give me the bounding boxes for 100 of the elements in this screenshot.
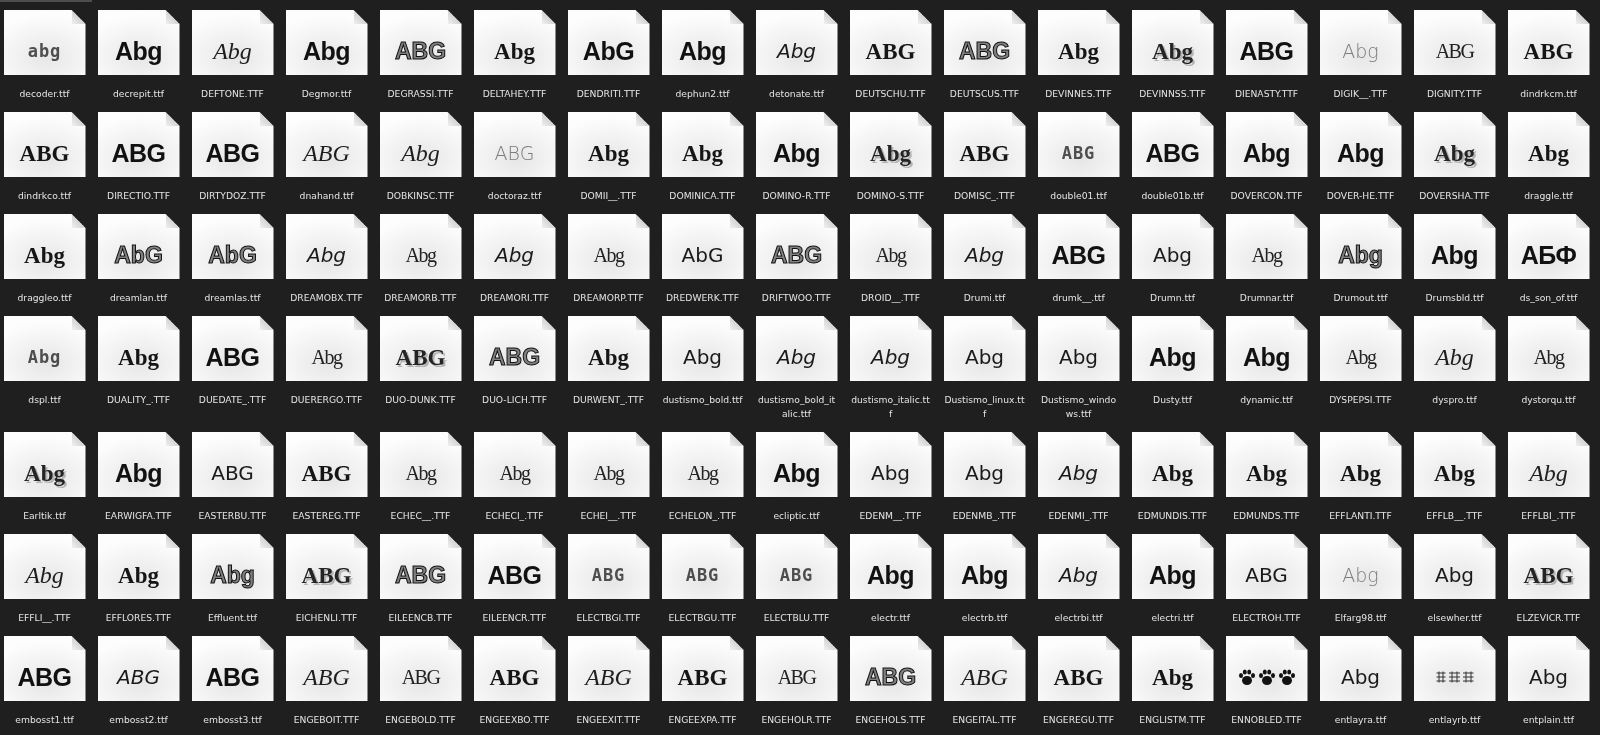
file-thumbnail[interactable]: Abg xyxy=(1131,636,1214,701)
file-thumbnail[interactable]: Abg xyxy=(567,316,650,381)
file-thumbnail[interactable]: ABG xyxy=(1413,10,1496,75)
file-thumbnail[interactable]: Abg xyxy=(1319,432,1402,497)
file-name[interactable]: dynamic.ttf xyxy=(1240,393,1293,407)
file-thumbnail[interactable]: Abg xyxy=(755,316,838,381)
file-name[interactable]: EASTEREG.TTF xyxy=(292,509,361,523)
file-name[interactable]: dindrkcm.ttf xyxy=(1520,87,1577,101)
file-thumbnail[interactable]: Abg xyxy=(943,214,1026,279)
file-thumbnail[interactable]: ABG xyxy=(473,112,556,177)
file-name[interactable]: electrbi.ttf xyxy=(1054,611,1103,625)
file-thumbnail[interactable]: Abg xyxy=(849,432,932,497)
file-thumbnail[interactable]: Abg xyxy=(943,534,1026,599)
file-name[interactable]: DEVINNES.TTF xyxy=(1045,87,1112,101)
file-thumbnail[interactable]: ABG xyxy=(97,636,180,701)
file-name[interactable]: EDMUNDS.TTF xyxy=(1233,509,1300,523)
file-thumbnail[interactable]: Abg xyxy=(473,10,556,75)
file-thumbnail[interactable]: Abg xyxy=(849,112,932,177)
file-name[interactable]: DURWENT_.TTF xyxy=(572,393,644,407)
file-thumbnail[interactable]: Abg xyxy=(1319,214,1402,279)
file-thumbnail[interactable]: abg xyxy=(3,10,86,75)
file-name[interactable]: ECHELON_.TTF xyxy=(668,509,737,523)
file-name[interactable]: ENGEEXIT.TTF xyxy=(576,713,641,727)
file-name[interactable]: ELECTBGI.TTF xyxy=(576,611,641,625)
file-name[interactable]: dustismo_bold_italic.ttf xyxy=(756,393,837,421)
file-thumbnail[interactable]: Abg xyxy=(191,534,274,599)
file-name[interactable]: Dustismo_linux.ttf xyxy=(944,393,1025,421)
file-thumbnail[interactable]: ABG xyxy=(661,636,744,701)
file-thumbnail[interactable]: ABG xyxy=(943,10,1026,75)
file-thumbnail[interactable]: ABG xyxy=(943,636,1026,701)
file-thumbnail[interactable]: Abg xyxy=(285,316,368,381)
file-name[interactable]: electr.ttf xyxy=(871,611,910,625)
file-thumbnail[interactable]: Abg xyxy=(849,316,932,381)
file-thumbnail[interactable]: ABG xyxy=(285,636,368,701)
file-thumbnail[interactable]: ABG xyxy=(1037,112,1120,177)
file-name[interactable]: ELECTBGU.TTF xyxy=(668,611,737,625)
file-thumbnail[interactable]: ABG xyxy=(1507,534,1590,599)
file-thumbnail[interactable]: Abg xyxy=(379,214,462,279)
file-name[interactable]: EFFLBI_.TTF xyxy=(1521,509,1576,523)
file-thumbnail[interactable]: АБФ xyxy=(1507,214,1590,279)
file-thumbnail[interactable]: Abg xyxy=(97,316,180,381)
file-thumbnail[interactable]: ABG xyxy=(755,534,838,599)
file-name[interactable]: Earltik.ttf xyxy=(23,509,66,523)
file-name[interactable]: ENGLISTM.TTF xyxy=(1139,713,1206,727)
file-name[interactable]: ds_son_of.ttf xyxy=(1519,291,1578,305)
file-thumbnail[interactable]: ABG xyxy=(3,112,86,177)
file-thumbnail[interactable]: Abg xyxy=(3,316,86,381)
file-thumbnail[interactable]: Abg xyxy=(1413,214,1496,279)
file-name[interactable]: DEVINNSS.TTF xyxy=(1139,87,1206,101)
file-thumbnail[interactable]: Abg xyxy=(661,112,744,177)
file-name[interactable]: EFFLB__.TTF xyxy=(1426,509,1483,523)
file-name[interactable]: draggleo.ttf xyxy=(17,291,72,305)
file-thumbnail[interactable]: Abg xyxy=(285,10,368,75)
file-name[interactable]: Drumi.ttf xyxy=(963,291,1006,305)
file-name[interactable]: EDENMI_.TTF xyxy=(1048,509,1109,523)
file-name[interactable]: DREAMORB.TTF xyxy=(384,291,457,305)
file-name[interactable]: DUO-DUNK.TTF xyxy=(385,393,456,407)
file-thumbnail[interactable]: Abg xyxy=(567,112,650,177)
file-thumbnail[interactable]: ABG xyxy=(191,112,274,177)
file-thumbnail[interactable]: Abg xyxy=(1413,432,1496,497)
file-name[interactable]: detonate.ttf xyxy=(769,87,824,101)
file-name[interactable]: Effluent.ttf xyxy=(208,611,257,625)
file-thumbnail[interactable]: Abg xyxy=(755,112,838,177)
file-name[interactable]: double01b.ttf xyxy=(1141,189,1204,203)
file-thumbnail[interactable]: Abg xyxy=(473,214,556,279)
file-name[interactable]: embosst2.ttf xyxy=(109,713,168,727)
file-name[interactable]: DOVERSHA.TTF xyxy=(1419,189,1490,203)
file-name[interactable]: DREAMORP.TTF xyxy=(573,291,644,305)
file-thumbnail[interactable]: AbG xyxy=(97,214,180,279)
file-name[interactable]: ENGEEXPA.TTF xyxy=(668,713,737,727)
file-thumbnail[interactable]: Abg xyxy=(1037,534,1120,599)
file-thumbnail[interactable]: ABG xyxy=(661,534,744,599)
file-thumbnail[interactable]: Abg xyxy=(1413,534,1496,599)
file-name[interactable]: DIRTYDOZ.TTF xyxy=(199,189,266,203)
file-thumbnail[interactable]: Abg xyxy=(755,10,838,75)
file-name[interactable]: elsewher.ttf xyxy=(1427,611,1482,625)
file-thumbnail[interactable]: Abg xyxy=(1037,10,1120,75)
file-name[interactable]: DIGNITY.TTF xyxy=(1426,87,1483,101)
file-name[interactable]: EILEENCR.TTF xyxy=(482,611,547,625)
file-name[interactable]: DOMINO-S.TTF xyxy=(856,189,925,203)
file-thumbnail[interactable]: ABG xyxy=(473,636,556,701)
file-name[interactable]: Drumout.ttf xyxy=(1333,291,1388,305)
file-name[interactable]: ENNOBLED.TTF xyxy=(1231,713,1302,727)
file-name[interactable]: EASTERBU.TTF xyxy=(198,509,267,523)
file-name[interactable]: DEUTSCUS.TTF xyxy=(949,87,1020,101)
file-name[interactable]: Degmor.ttf xyxy=(301,87,352,101)
file-thumbnail[interactable]: Abg xyxy=(567,432,650,497)
file-name[interactable]: DOMINO-R.TTF xyxy=(762,189,831,203)
file-thumbnail[interactable]: ABG xyxy=(1507,10,1590,75)
file-thumbnail[interactable]: Abg xyxy=(3,534,86,599)
file-thumbnail[interactable]: Abg xyxy=(661,10,744,75)
file-thumbnail[interactable]: ABG xyxy=(285,432,368,497)
file-thumbnail[interactable]: ABG xyxy=(567,636,650,701)
file-thumbnail[interactable]: ABG xyxy=(191,316,274,381)
file-name[interactable]: DENDRITI.TTF xyxy=(576,87,641,101)
file-thumbnail[interactable]: Abg xyxy=(1507,636,1590,701)
file-name[interactable]: EARWIGFA.TTF xyxy=(105,509,172,523)
file-name[interactable]: dustismo_italic.ttf xyxy=(850,393,931,421)
file-name[interactable]: dreamlan.ttf xyxy=(110,291,167,305)
file-name[interactable]: decrepit.ttf xyxy=(112,87,165,101)
